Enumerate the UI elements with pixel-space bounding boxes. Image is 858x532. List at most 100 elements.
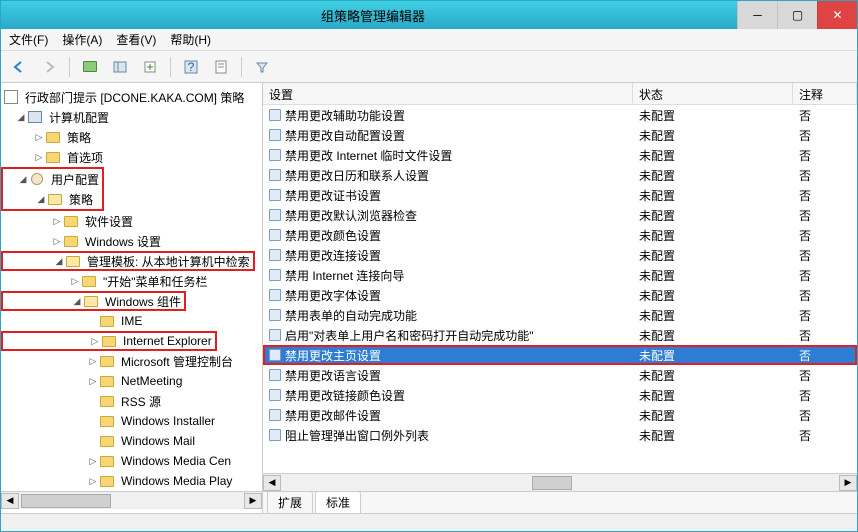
scroll-right-button[interactable]: ▶ — [839, 475, 857, 491]
tree-policies-2[interactable]: ◢策略 — [3, 189, 102, 209]
tree-rss[interactable]: RSS 源 — [1, 391, 262, 411]
show-hide-tree-button[interactable] — [108, 56, 132, 78]
column-state[interactable]: 状态 — [633, 83, 793, 104]
menu-view[interactable]: 查看(V) — [116, 31, 156, 48]
collapse-icon[interactable]: ◢ — [35, 194, 47, 205]
tree-admin-templates[interactable]: ◢管理模板: 从本地计算机中检索 — [1, 251, 255, 271]
setting-name: 启用"对表单上用户名和密码打开自动完成功能" — [285, 327, 534, 344]
menu-file[interactable]: 文件(F) — [9, 31, 48, 48]
scroll-left-button[interactable]: ◀ — [1, 493, 19, 509]
tree-win-mail[interactable]: Windows Mail — [1, 431, 262, 451]
collapse-icon[interactable]: ◢ — [15, 112, 27, 123]
tree-netmeeting[interactable]: ▷NetMeeting — [1, 371, 262, 391]
up-folder-button[interactable] — [78, 56, 102, 78]
setting-state: 未配置 — [633, 207, 793, 224]
tree-preferences-1[interactable]: ▷首选项 — [1, 147, 262, 167]
list-row[interactable]: 禁用更改默认浏览器检查未配置否 — [263, 205, 857, 225]
list-row[interactable]: 禁用更改证书设置未配置否 — [263, 185, 857, 205]
list-body[interactable]: 禁用更改辅助功能设置未配置否禁用更改自动配置设置未配置否禁用更改 Interne… — [263, 105, 857, 473]
menu-action[interactable]: 操作(A) — [62, 31, 102, 48]
setting-name: 禁用更改语言设置 — [285, 367, 381, 384]
folder-icon — [99, 313, 115, 329]
expand-icon[interactable]: ▷ — [87, 356, 99, 367]
list-row[interactable]: 启用"对表单上用户名和密码打开自动完成功能"未配置否 — [263, 325, 857, 345]
list-row[interactable]: 禁用更改主页设置未配置否 — [263, 345, 857, 365]
list-row[interactable]: 禁用表单的自动完成功能未配置否 — [263, 305, 857, 325]
scroll-thumb[interactable] — [21, 494, 111, 508]
list-row[interactable]: 禁用更改邮件设置未配置否 — [263, 405, 857, 425]
list-row[interactable]: 禁用更改语言设置未配置否 — [263, 365, 857, 385]
list-row[interactable]: 禁用更改颜色设置未配置否 — [263, 225, 857, 245]
list-row[interactable]: 禁用更改链接颜色设置未配置否 — [263, 385, 857, 405]
setting-name: 禁用更改颜色设置 — [285, 227, 381, 244]
scroll-thumb[interactable] — [532, 476, 572, 490]
tab-standard[interactable]: 标准 — [315, 491, 361, 513]
tree-win-installer[interactable]: Windows Installer — [1, 411, 262, 431]
setting-name: 禁用表单的自动完成功能 — [285, 307, 417, 324]
help-button[interactable]: ? — [179, 56, 203, 78]
collapse-icon[interactable]: ◢ — [17, 174, 29, 185]
expand-icon[interactable]: ▷ — [87, 456, 99, 467]
list-row[interactable]: 阻止管理弹出窗口例外列表未配置否 — [263, 425, 857, 445]
tab-extended[interactable]: 扩展 — [267, 491, 313, 513]
tree-windows-settings[interactable]: ▷Windows 设置 — [1, 231, 262, 251]
tree-root[interactable]: 行政部门提示 [DCONE.KAKA.COM] 策略 — [1, 87, 262, 107]
setting-icon — [269, 429, 281, 441]
list-row[interactable]: 禁用更改日历和联系人设置未配置否 — [263, 165, 857, 185]
menu-help[interactable]: 帮助(H) — [170, 31, 211, 48]
list-row[interactable]: 禁用 Internet 连接向导未配置否 — [263, 265, 857, 285]
tree-win-media-center[interactable]: ▷Windows Media Cen — [1, 451, 262, 471]
list-row[interactable]: 禁用更改连接设置未配置否 — [263, 245, 857, 265]
list-row[interactable]: 禁用更改自动配置设置未配置否 — [263, 125, 857, 145]
scroll-left-button[interactable]: ◀ — [263, 475, 281, 491]
collapse-icon[interactable]: ◢ — [53, 256, 65, 267]
setting-name: 禁用更改主页设置 — [285, 347, 381, 364]
folder-icon — [99, 433, 115, 449]
list-row[interactable]: 禁用更改辅助功能设置未配置否 — [263, 105, 857, 125]
close-button[interactable]: ✕ — [817, 1, 857, 29]
setting-state: 未配置 — [633, 107, 793, 124]
properties-button[interactable] — [209, 56, 233, 78]
folder-icon — [63, 233, 79, 249]
tree-start-taskbar[interactable]: ▷"开始"菜单和任务栏 — [1, 271, 262, 291]
list-row[interactable]: 禁用更改字体设置未配置否 — [263, 285, 857, 305]
filter-button[interactable] — [250, 56, 274, 78]
tree-software-settings[interactable]: ▷软件设置 — [1, 211, 262, 231]
forward-button[interactable] — [37, 56, 61, 78]
tree-computer-config[interactable]: ◢计算机配置 — [1, 107, 262, 127]
setting-icon — [269, 369, 281, 381]
folder-icon — [99, 413, 115, 429]
setting-name: 禁用更改邮件设置 — [285, 407, 381, 424]
back-button[interactable] — [7, 56, 31, 78]
column-setting[interactable]: 设置 — [263, 83, 633, 104]
setting-icon — [269, 389, 281, 401]
tree-ime[interactable]: IME — [1, 311, 262, 331]
collapse-icon[interactable]: ◢ — [71, 296, 83, 307]
minimize-button[interactable]: ─ — [737, 1, 777, 29]
expand-icon[interactable]: ▷ — [87, 376, 99, 387]
tree-internet-explorer[interactable]: ▷Internet Explorer — [1, 331, 217, 351]
column-comment[interactable]: 注释 — [793, 83, 857, 104]
tree-policies-1[interactable]: ▷策略 — [1, 127, 262, 147]
expand-icon[interactable]: ▷ — [51, 236, 63, 247]
maximize-button[interactable]: ▢ — [777, 1, 817, 29]
expand-icon[interactable]: ▷ — [33, 152, 45, 163]
expand-icon[interactable]: ▷ — [51, 216, 63, 227]
setting-comment: 否 — [793, 227, 857, 244]
expand-icon[interactable]: ▷ — [33, 132, 45, 143]
expand-icon[interactable]: ▷ — [69, 276, 81, 287]
list-hscrollbar[interactable]: ◀ ▶ — [263, 473, 857, 491]
expand-icon[interactable]: ▷ — [89, 336, 101, 347]
export-button[interactable] — [138, 56, 162, 78]
tree-windows-components[interactable]: ◢Windows 组件 — [1, 291, 186, 311]
tree-hscrollbar[interactable]: ◀ ▶ — [1, 491, 262, 509]
scroll-right-button[interactable]: ▶ — [244, 493, 262, 509]
setting-comment: 否 — [793, 147, 857, 164]
expand-icon[interactable]: ▷ — [87, 476, 99, 487]
tree-user-config[interactable]: ◢用户配置 — [3, 169, 102, 189]
list-row[interactable]: 禁用更改 Internet 临时文件设置未配置否 — [263, 145, 857, 165]
tree-mmc[interactable]: ▷Microsoft 管理控制台 — [1, 351, 262, 371]
tree-win-media-player[interactable]: ▷Windows Media Play — [1, 471, 262, 491]
list-header: 设置 状态 注释 — [263, 83, 857, 105]
tree[interactable]: 行政部门提示 [DCONE.KAKA.COM] 策略 ◢计算机配置 ▷策略 ▷首… — [1, 87, 262, 491]
